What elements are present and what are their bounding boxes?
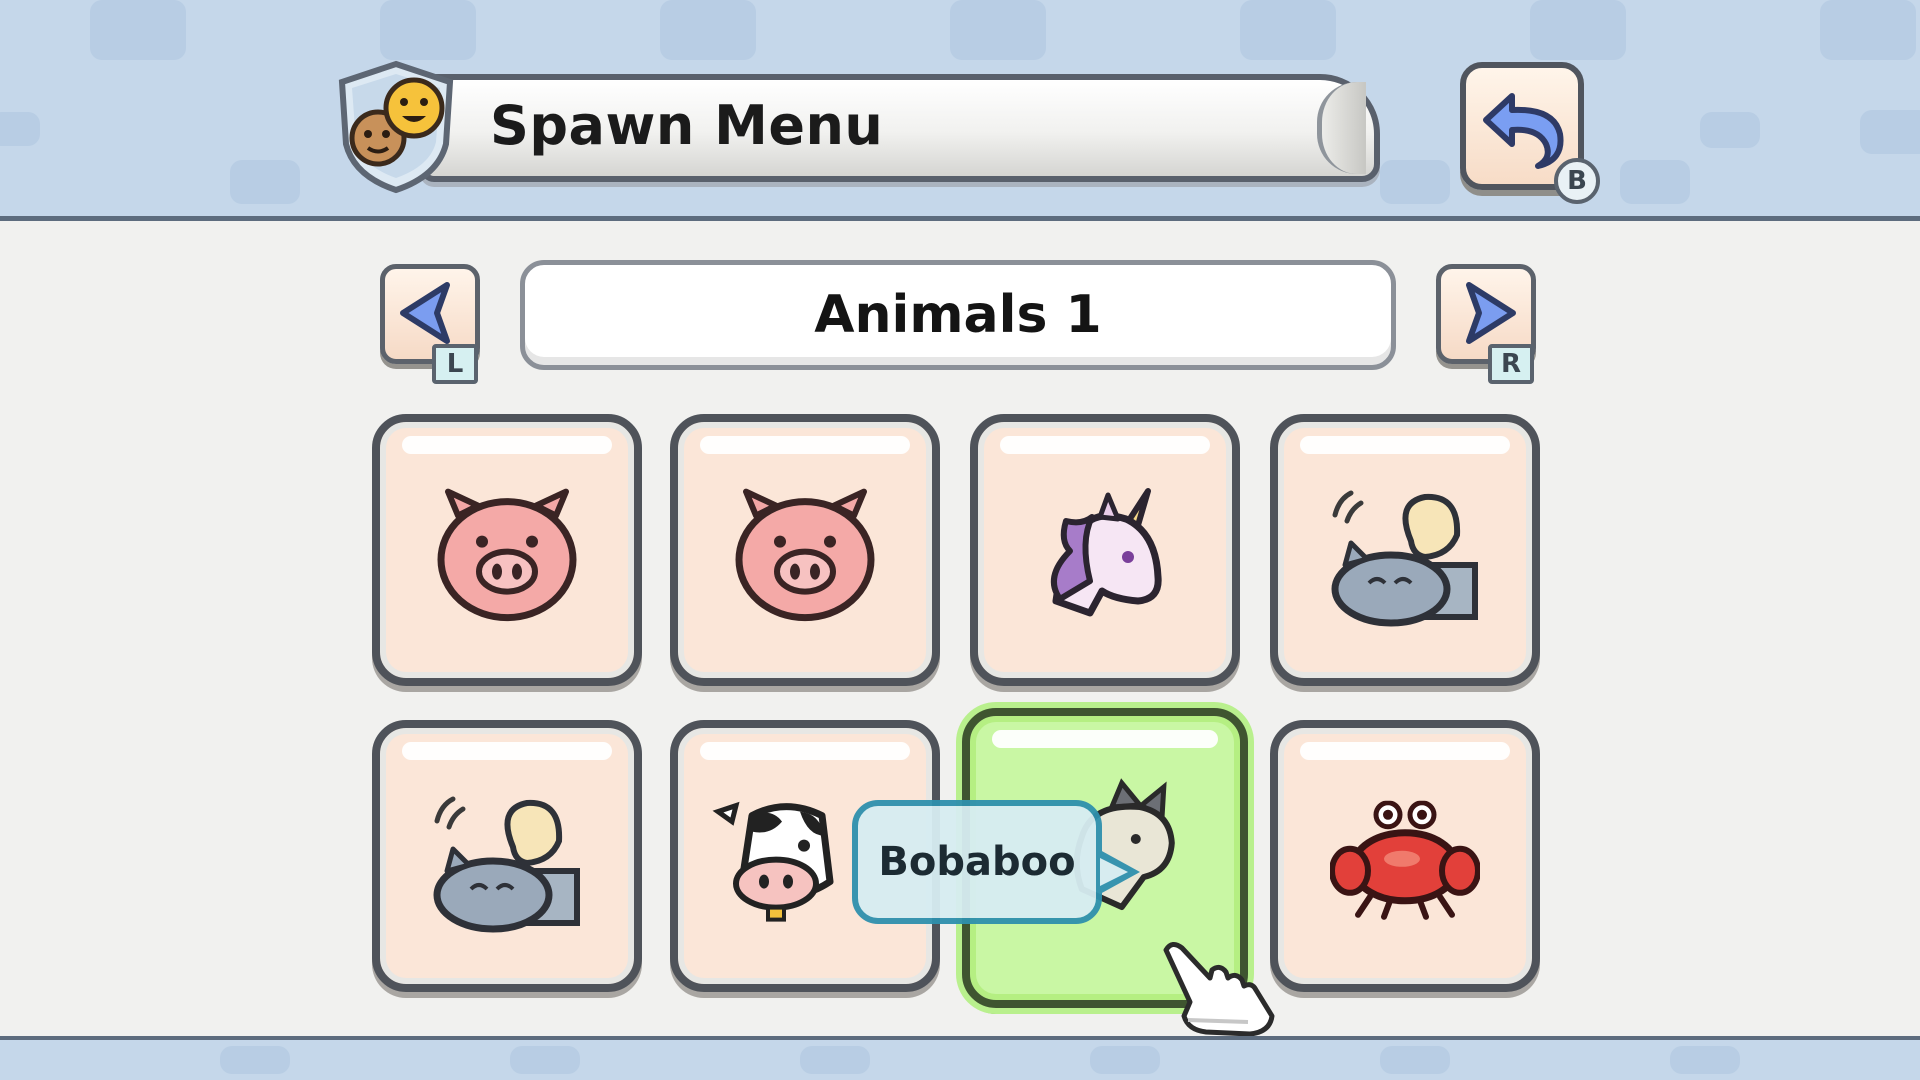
- bg-tile: [660, 0, 756, 60]
- bg-tile: [1380, 1046, 1450, 1074]
- bg-tile: [1860, 110, 1920, 154]
- spawn-slot-2[interactable]: [670, 414, 940, 686]
- sleeping-creature-icon: [1331, 490, 1478, 627]
- bg-tile: [380, 0, 476, 60]
- bg-tile: [510, 1046, 580, 1074]
- bg-tile: [90, 0, 186, 60]
- spawn-slot-4[interactable]: [1270, 414, 1540, 686]
- unicorn-icon: [1050, 488, 1162, 617]
- sleeping-creature-icon: [433, 796, 580, 933]
- bg-tile: [0, 112, 40, 146]
- faces-shield-icon: [330, 58, 462, 196]
- page-title: Spawn Menu: [490, 94, 884, 157]
- bg-tile: [1240, 0, 1336, 60]
- banner-curl: [1317, 82, 1366, 174]
- spawn-slot-1[interactable]: [372, 414, 642, 686]
- bg-tile: [1530, 0, 1626, 60]
- bg-tile: [1700, 112, 1760, 148]
- category-label: Animals 1: [814, 285, 1102, 345]
- cow-icon: [712, 801, 834, 922]
- spawn-slot-8[interactable]: [1270, 720, 1540, 992]
- pig-icon: [437, 488, 577, 622]
- pig-icon: [735, 488, 875, 622]
- b-key-badge: B: [1554, 158, 1600, 204]
- crab-icon: [1330, 800, 1480, 920]
- l-key-badge: L: [432, 344, 478, 384]
- pointer-hand-icon: [1160, 936, 1280, 1040]
- spawn-slot-3[interactable]: [970, 414, 1240, 686]
- bg-tile: [230, 160, 300, 204]
- bg-tile: [1820, 0, 1916, 60]
- bg-tile: [1620, 160, 1690, 204]
- footer-band: [0, 1036, 1920, 1080]
- spawn-slot-5[interactable]: [372, 720, 642, 992]
- bg-tile: [1380, 160, 1450, 204]
- tooltip-text: Bobaboo: [878, 839, 1076, 885]
- bg-tile: [800, 1046, 870, 1074]
- bg-tile: [1090, 1046, 1160, 1074]
- bg-tile: [1670, 1046, 1740, 1074]
- tooltip-tail-inner: [1100, 858, 1128, 886]
- bg-tile: [950, 0, 1046, 60]
- bg-tile: [220, 1046, 290, 1074]
- r-key-badge: R: [1488, 344, 1534, 384]
